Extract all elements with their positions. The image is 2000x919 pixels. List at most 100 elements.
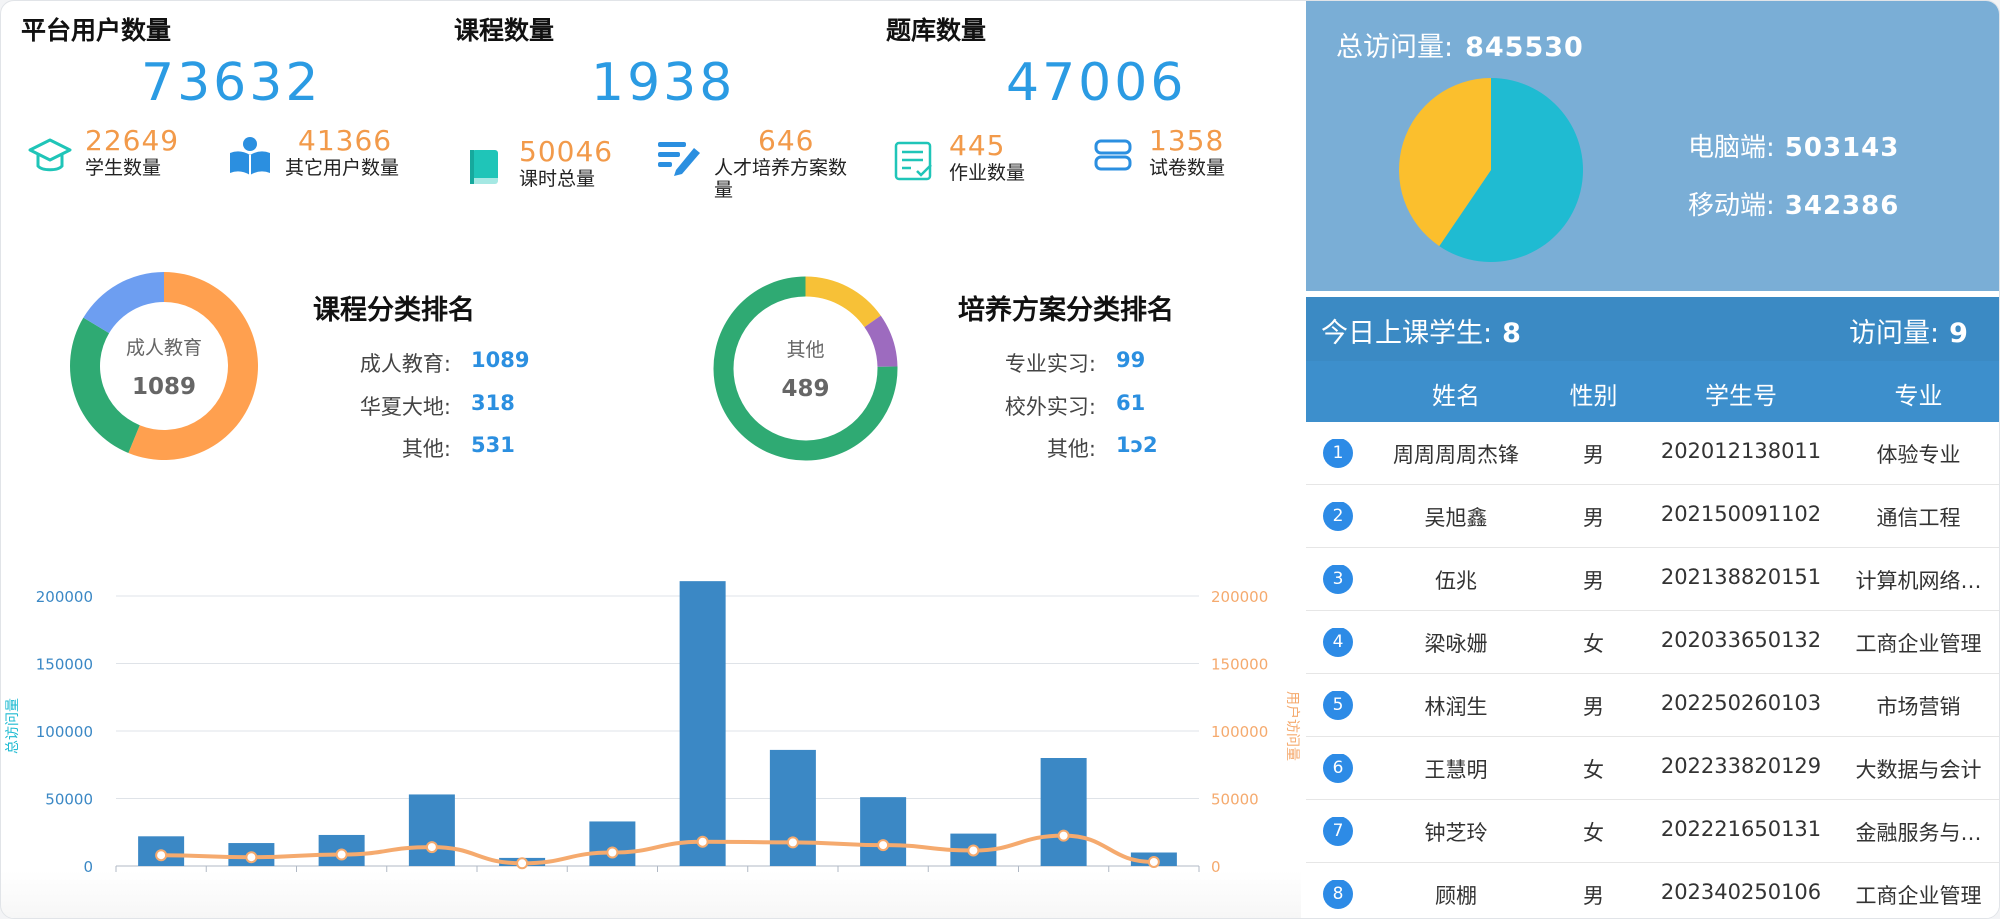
other-users-label: 其它用户数量 [285, 157, 400, 179]
today-visits: 访问量: 9 [1849, 311, 1968, 350]
students-label: 学生数量 [85, 157, 162, 179]
line-point[interactable] [335, 848, 348, 861]
row-index: 5 [1314, 691, 1362, 720]
line-point[interactable] [877, 839, 890, 852]
sub-stat-other-users: 41366 其它用户数量 [227, 125, 399, 179]
line-point[interactable] [245, 851, 258, 864]
row-index-badge: 1 [1323, 439, 1353, 468]
today-students-panel: 今日上课学生: 8 访问量: 9 姓名 性别 学生号 专业 1 周周周周杰锋男 2020… [1306, 297, 1999, 918]
col-header-sex[interactable]: 性别 [1546, 376, 1641, 411]
line-point[interactable] [1057, 829, 1070, 842]
today-students: 今日上课学生: 8 [1321, 311, 1521, 350]
today-visits-value: 9 [1949, 318, 1968, 349]
plan-donut-center-value: 489 [781, 376, 830, 402]
student-id: 202012138011 [1660, 439, 1822, 463]
visits-pie[interactable] [1396, 75, 1586, 265]
bar[interactable] [408, 794, 455, 866]
y-tick-right: 50000 [1211, 791, 1259, 809]
course-donut-center-value: 1089 [131, 373, 196, 400]
students-count: 22649 [85, 124, 180, 157]
student-name: 梁咏姗 [1424, 632, 1488, 656]
student-sex: 男 [1583, 695, 1604, 719]
line-point[interactable] [967, 844, 980, 857]
rank-label: 专业实习: [1004, 352, 1096, 376]
table-row[interactable]: 5 林润生 男 202250260103 市场营销 [1306, 674, 1999, 737]
bar[interactable] [860, 797, 907, 866]
col-header-name[interactable]: 姓名 [1366, 376, 1546, 411]
student-id: 202138820151 [1660, 565, 1822, 589]
stat-title-courses: 课程数量 [454, 16, 555, 45]
line-point[interactable] [786, 836, 799, 849]
student-sex: 男 [1583, 506, 1604, 530]
total-visits-value: 845530 [1465, 32, 1584, 63]
visits-chart-svg: 0 0 50000 50000 100000 100000 150000 150000 2000… [5, 581, 1301, 876]
table-row[interactable]: 3 伍兆 男 202138820151 计算机网络… [1306, 548, 1999, 611]
bar[interactable] [679, 581, 726, 866]
rank-value: 1ɔ2 [1116, 433, 1158, 457]
stack-icon [1091, 133, 1137, 179]
y-tick-right: 150000 [1211, 656, 1268, 674]
line-point[interactable] [425, 841, 438, 854]
line-point[interactable] [516, 857, 529, 870]
bar[interactable] [769, 749, 816, 866]
total-visits-label: 总访问量: [1336, 32, 1454, 63]
line-point[interactable] [1147, 855, 1160, 868]
y-tick-right: 100000 [1211, 723, 1268, 741]
user-visits-line [161, 833, 1154, 866]
student-major: 计算机网络… [1855, 569, 1982, 593]
rank-value: 99 [1116, 348, 1146, 372]
course-rank-row: 华夏大地: 318 [321, 391, 515, 421]
sub-stat-plans: 646 人才培养方案数量 [656, 125, 859, 201]
lessons-count: 50046 [519, 135, 614, 168]
plans-label: 人才培养方案数量 [714, 157, 848, 201]
book-icon [461, 144, 507, 190]
bar[interactable] [589, 821, 636, 866]
left-panel: 平台用户数量 课程数量 题库数量 73632 1938 47006 22649 学… [1, 1, 1301, 918]
course-donut[interactable]: 成人教育 1089 [69, 271, 259, 461]
table-row[interactable]: 2 吴旭鑫 男 202150091102 通信工程 [1306, 485, 1999, 548]
papers-count: 1358 [1149, 124, 1225, 157]
y-axis-title-right: 用户访问量 [1284, 691, 1301, 761]
plan-donut[interactable]: 其他 489 [713, 276, 898, 461]
table-row[interactable]: 4 梁咏姗 女 202033650132 工商企业管理 [1306, 611, 1999, 674]
student-name: 伍兆 [1435, 569, 1477, 593]
plan-rank-title: 培养方案分类排名 [958, 295, 1174, 326]
student-sex: 女 [1583, 821, 1604, 845]
y-tick-left: 100000 [36, 723, 93, 741]
line-point[interactable] [155, 849, 168, 862]
student-major: 金融服务与… [1855, 821, 1982, 845]
table-row[interactable]: 1 周周周周杰锋 男 202012138011 体验专业 [1306, 422, 1999, 485]
checklist-icon [891, 138, 937, 184]
table-row[interactable]: 7 钟芝玲 女 202221650131 金融服务与… [1306, 800, 1999, 863]
student-major: 市场营销 [1876, 695, 1961, 719]
line-point[interactable] [696, 835, 709, 848]
rank-label: 华夏大地: [359, 395, 451, 419]
student-sex: 女 [1583, 758, 1604, 782]
today-visits-label: 访问量: [1849, 318, 1940, 349]
row-index: 4 [1314, 628, 1362, 657]
bar[interactable] [1040, 758, 1087, 866]
student-sex: 女 [1583, 632, 1604, 656]
rank-label: 成人教育: [359, 352, 451, 376]
table-row[interactable]: 6 王慧明 女 202233820129 大数据与会计 [1306, 737, 1999, 800]
line-point[interactable] [606, 846, 619, 859]
table-row[interactable]: 8 顾棚 男 202340250106 工商企业管理 [1306, 863, 1999, 918]
sub-stat-papers: 1358 试卷数量 [1091, 125, 1225, 179]
student-major: 通信工程 [1876, 506, 1961, 530]
today-students-value: 8 [1502, 318, 1521, 349]
stat-value-courses: 1938 [591, 53, 736, 113]
row-index: 2 [1314, 502, 1362, 531]
row-index-badge: 3 [1323, 565, 1353, 594]
y-axis-title-left: 总访问量 [5, 698, 21, 754]
row-index: 6 [1314, 754, 1362, 783]
row-index-badge: 5 [1323, 691, 1353, 720]
course-rank-row: 其他: 531 [321, 433, 515, 463]
pc-visits: 电脑端: 503143 [1688, 127, 1899, 164]
col-header-id[interactable]: 学生号 [1641, 376, 1841, 411]
student-sex: 男 [1583, 569, 1604, 593]
plan-donut-center-name: 其他 [786, 339, 825, 361]
plan-rank-row: 其他: 1ɔ2 [966, 433, 1158, 463]
y-tick-left: 150000 [36, 656, 93, 674]
col-header-major[interactable]: 专业 [1841, 376, 1996, 411]
student-sex: 男 [1583, 884, 1604, 908]
